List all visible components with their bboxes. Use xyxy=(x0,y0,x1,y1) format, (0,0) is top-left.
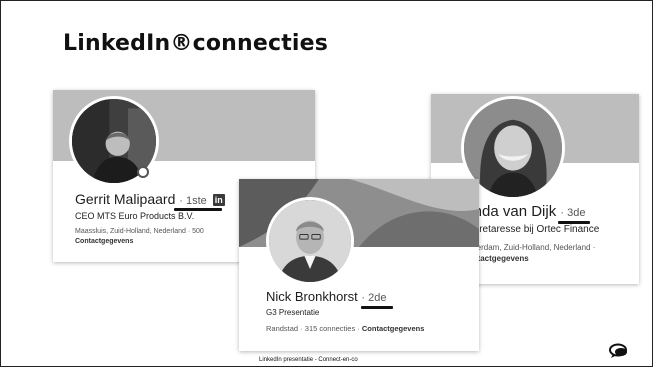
connection-degree: · 2de xyxy=(361,292,387,304)
profile-name-row: Linda van Dijk · 3de xyxy=(462,203,585,220)
profile-name-row: Gerrit Malipaard · 1ste in xyxy=(75,191,225,207)
profile-photo xyxy=(269,200,351,282)
connection-degree: · 3de xyxy=(560,207,586,219)
profile-location: Randstad · 315 connecties · xyxy=(266,324,362,333)
contact-info-link[interactable]: Contactgegevens xyxy=(75,238,133,245)
profile-name[interactable]: Nick Bronkhorst xyxy=(266,289,358,304)
profile-headline: CEO MTS Euro Products B.V. xyxy=(75,211,195,221)
profile-meta-row: Randstad · 315 connecties · Contactgegev… xyxy=(266,324,424,333)
connection-degree: · 1ste xyxy=(179,195,207,207)
slide-footer: LinkedIn presentatie - Connect-en-co xyxy=(259,357,358,363)
profile-card-nick[interactable]: Nick Bronkhorst · 2de G3 Presentatie Ran… xyxy=(239,179,479,351)
degree-underline xyxy=(361,306,393,309)
profile-name-row: Nick Bronkhorst · 2de xyxy=(266,289,386,304)
linkedin-icon: in xyxy=(212,194,225,206)
status-ring-icon xyxy=(137,166,149,178)
slide-title: LinkedIn®connecties xyxy=(63,31,329,56)
profile-headline: G3 Presentatie xyxy=(266,308,320,317)
profile-headline: Secretaresse bij Ortec Finance xyxy=(462,224,600,235)
contact-info-link[interactable]: Contactgegevens xyxy=(362,324,425,333)
chat-bubbles-icon[interactable] xyxy=(609,343,629,359)
profile-location: Maassluis, Zuid-Holland, Nederland · 500 xyxy=(75,228,204,235)
presentation-slide: LinkedIn®connecties Gerrit Malipaard · 1… xyxy=(0,0,653,367)
profile-name[interactable]: Gerrit Malipaard xyxy=(75,191,175,207)
avatar[interactable] xyxy=(266,197,354,285)
profile-location: Rotterdam, Zuid-Holland, Nederland · xyxy=(462,243,596,252)
